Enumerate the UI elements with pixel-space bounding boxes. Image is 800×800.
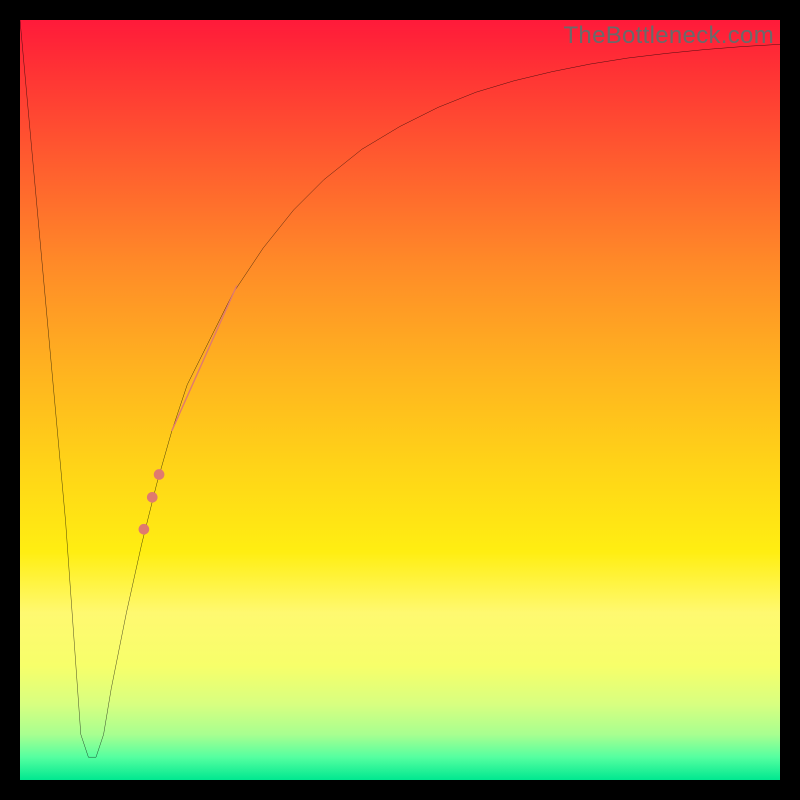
highlight-dots <box>139 469 165 534</box>
bottleneck-curve <box>20 20 780 757</box>
highlight-dot <box>147 492 158 503</box>
highlight-segment <box>172 286 237 430</box>
bottleneck-curve-svg <box>20 20 780 780</box>
highlight-dot <box>139 524 150 535</box>
watermark-text: TheBottleneck.com <box>563 22 774 50</box>
chart-frame: TheBottleneck.com <box>0 0 800 800</box>
plot-area: TheBottleneck.com <box>20 20 780 780</box>
highlight-dot <box>154 469 165 480</box>
